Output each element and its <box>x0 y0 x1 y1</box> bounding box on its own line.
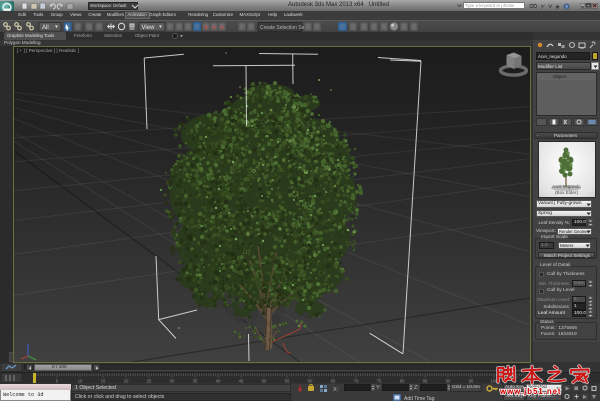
svg-text:70: 70 <box>354 378 359 383</box>
svg-text:50: 50 <box>262 378 267 383</box>
svg-text:Create Selection Se: Create Selection Se <box>260 25 305 31</box>
svg-text:35: 35 <box>193 378 198 383</box>
svg-text:40: 40 <box>216 378 221 383</box>
svg-text:15: 15 <box>101 378 106 383</box>
svg-text:85: 85 <box>423 378 428 383</box>
svg-text:5: 5 <box>56 378 59 383</box>
svg-text:55: 55 <box>285 378 290 383</box>
svg-text:All: All <box>42 25 49 31</box>
svg-text:65: 65 <box>331 378 336 383</box>
svg-text:25: 25 <box>147 378 152 383</box>
svg-text:75: 75 <box>377 378 382 383</box>
svg-text:60: 60 <box>308 378 313 383</box>
svg-text:30: 30 <box>170 378 175 383</box>
svg-text:80: 80 <box>400 378 405 383</box>
svg-text:View: View <box>142 25 156 31</box>
svg-text:95: 95 <box>469 378 474 383</box>
svg-text:Add Time Tag: Add Time Tag <box>404 396 435 401</box>
svg-text:www.jb51.net: www.jb51.net <box>499 387 562 396</box>
svg-text:45: 45 <box>239 378 244 383</box>
svg-text:20: 20 <box>124 378 129 383</box>
svg-text:10: 10 <box>78 378 83 383</box>
svg-text:90: 90 <box>446 378 451 383</box>
svg-text:X:: X: <box>333 387 339 392</box>
